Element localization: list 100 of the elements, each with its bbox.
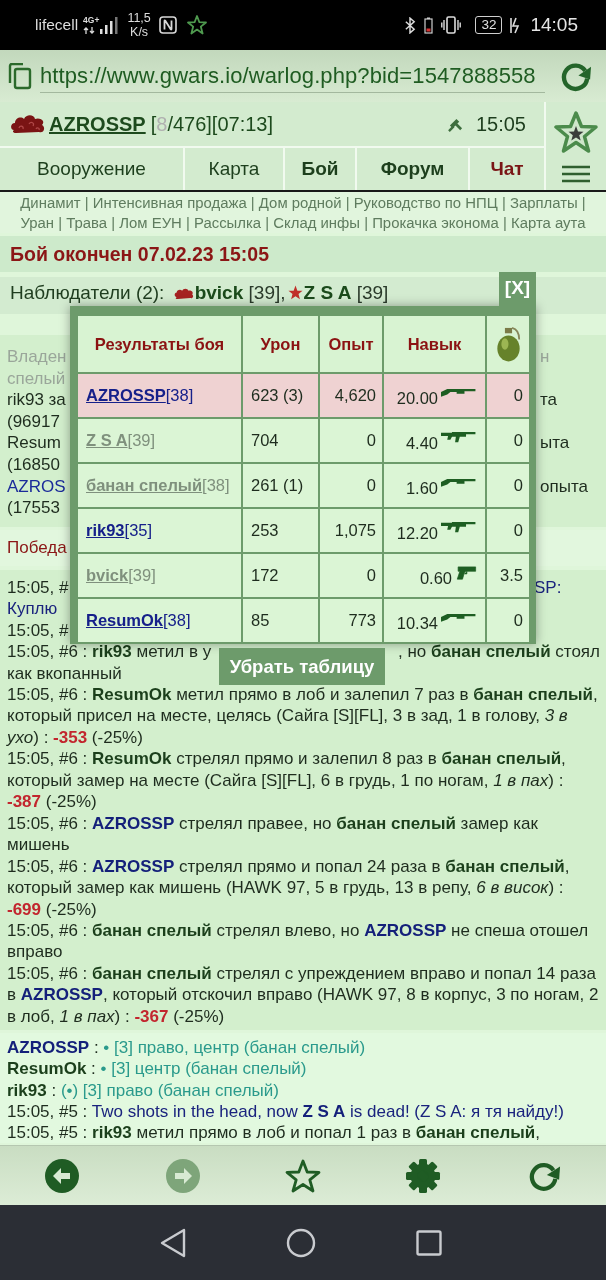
skill-value: 1.60	[405, 477, 438, 498]
star-icon	[285, 1158, 321, 1193]
table-cell: 261 (1)	[243, 464, 318, 507]
player-link[interactable]: bvick	[86, 566, 129, 585]
log-entry: 15:05, #5 : Two shots in the head, now Z S A is dead! (Z S A: я тя найду!)	[7, 1100, 564, 1123]
summary-text: н	[540, 346, 551, 368]
quick-link[interactable]: Карта аута	[511, 215, 586, 231]
player-link[interactable]: Z S A	[86, 431, 128, 450]
quick-link[interactable]: Рассылка	[194, 215, 262, 231]
device-battery-icon	[424, 16, 434, 34]
network-speed: 11,5 K/s	[127, 11, 151, 39]
rifle-icon	[441, 432, 477, 443]
skill-value: 4.40	[405, 432, 438, 453]
settings-icon	[405, 1157, 442, 1194]
shotgun-icon	[441, 477, 477, 488]
table-cell: 85	[243, 599, 318, 642]
charging-icon	[510, 16, 521, 34]
quick-link[interactable]: Уран	[20, 215, 55, 231]
player-link[interactable]: Z S A	[303, 282, 352, 303]
quick-link[interactable]: Склад инфы	[273, 215, 360, 231]
grenade-icon	[495, 326, 521, 362]
table-cell: 773	[320, 599, 382, 642]
recents-icon[interactable]	[416, 1229, 442, 1256]
pistol-icon	[455, 565, 477, 580]
table-cell: 0	[487, 419, 529, 462]
table-cell: 0	[487, 509, 529, 552]
summary-text: rik93 за	[7, 389, 66, 411]
log-entry: 15:05, #5 : rik93 метил прямо в лоб и попал 1 раз в банан спелый,	[7, 1122, 541, 1144]
level-text: [38]	[165, 386, 194, 405]
summary-text: ыта	[540, 432, 571, 454]
cloud-icon	[173, 287, 194, 300]
summary-text: AZROS	[7, 475, 66, 498]
summary-text: Владен	[7, 346, 67, 368]
carrier-name: lifecell	[35, 16, 79, 34]
quick-link[interactable]: Прокачка эконома	[372, 215, 499, 231]
server-time: 15:05	[475, 112, 526, 136]
summary-text: опыта	[540, 475, 589, 498]
player-link[interactable]: ResumOk	[86, 611, 164, 630]
nav-tab[interactable]: Форум	[357, 148, 468, 190]
link-separator: |	[345, 195, 350, 211]
quick-link[interactable]: Руководство по НПЦ	[353, 195, 498, 211]
back-icon[interactable]	[160, 1227, 186, 1258]
log-entry: 15:05, #6 : ResumOk стрелял прямо и залепил 8 раз в банан спелый, который замер на месте (Сайга [S][FL], 6 в грудь, 1 по ногам, 1 в пах) : -387 (-25%)	[7, 748, 567, 813]
table-cell: 0	[320, 554, 382, 597]
table-cell: 0	[320, 464, 382, 507]
table-cell: 0	[487, 599, 529, 642]
back-icon	[44, 1157, 81, 1194]
log-text: SP:	[534, 576, 563, 599]
home-icon[interactable]	[286, 1227, 316, 1258]
table-cell: 253	[243, 509, 318, 552]
log-entry: ResumOk : • [3] центр (банан спелый)	[7, 1058, 307, 1080]
table-cell: 0	[487, 374, 529, 417]
player-link[interactable]: AZROSSP	[49, 112, 146, 136]
link-separator: |	[265, 215, 270, 231]
link-separator: |	[501, 195, 506, 211]
hide-table-button[interactable]: Убрать таблицу	[219, 648, 385, 685]
bookmark-button[interactable]	[285, 1158, 321, 1193]
rifle-icon	[441, 522, 477, 533]
settings-button[interactable]	[405, 1157, 442, 1194]
quick-link[interactable]: Интенсивная продажа	[92, 195, 247, 211]
bluetooth-icon	[404, 16, 417, 34]
battery-indicator: 32	[475, 16, 503, 34]
link-separator: |	[364, 215, 369, 231]
summary-text: (96917	[7, 410, 60, 433]
quick-link[interactable]: Динамит	[20, 195, 81, 211]
quick-link[interactable]: Трава	[66, 215, 108, 231]
close-button[interactable]: [X]	[499, 272, 536, 308]
nav-tab[interactable]: Бой	[285, 148, 355, 190]
summary-text: та	[540, 389, 559, 411]
nav-tab[interactable]: Карта	[185, 148, 283, 190]
column-header: Навык	[384, 316, 485, 372]
column-header: Результаты боя	[78, 316, 241, 372]
menu-icon[interactable]	[562, 165, 590, 183]
nfc-icon	[158, 16, 177, 34]
link-separator: |	[111, 215, 116, 231]
nav-tab[interactable]: Вооружение	[0, 148, 183, 190]
player-link[interactable]: AZROSSP	[86, 386, 166, 405]
star-icon[interactable]	[554, 111, 598, 153]
shotgun-icon	[441, 612, 477, 623]
level-text: [38]	[202, 476, 230, 495]
level-text: [39],	[248, 282, 286, 303]
log-entry: 15:05, #6 : AZROSSP стрелял прямо и попал 24 раза в банан спелый, который замер как мишень (HAWK 97, 5 в грудь, 13 в репу, 6 в висок) : -699 (-25%)	[7, 855, 571, 920]
quick-link[interactable]: Зарплаты	[509, 195, 578, 211]
player-link[interactable]: банан спелый	[86, 476, 203, 495]
link-separator: |	[58, 215, 63, 231]
skill-value: 10.34	[396, 612, 438, 633]
table-cell: 4,620	[320, 374, 382, 417]
shotgun-icon	[441, 387, 477, 398]
quick-link[interactable]: Дом родной	[258, 195, 342, 211]
back-button[interactable]	[44, 1157, 81, 1194]
quick-link[interactable]: Лом ЕУН	[119, 215, 182, 231]
nav-tab[interactable]: Чат	[470, 148, 544, 190]
log-entry: как вкопанный	[7, 662, 122, 684]
table-cell: 172	[243, 554, 318, 597]
level-text: [39]	[128, 566, 156, 585]
player-link[interactable]: bvick	[194, 282, 244, 303]
tabs-icon[interactable]	[8, 62, 32, 90]
table-cell: 3.5	[487, 554, 529, 597]
link-separator: |	[186, 215, 190, 231]
summary-text: (17553	[7, 497, 60, 519]
